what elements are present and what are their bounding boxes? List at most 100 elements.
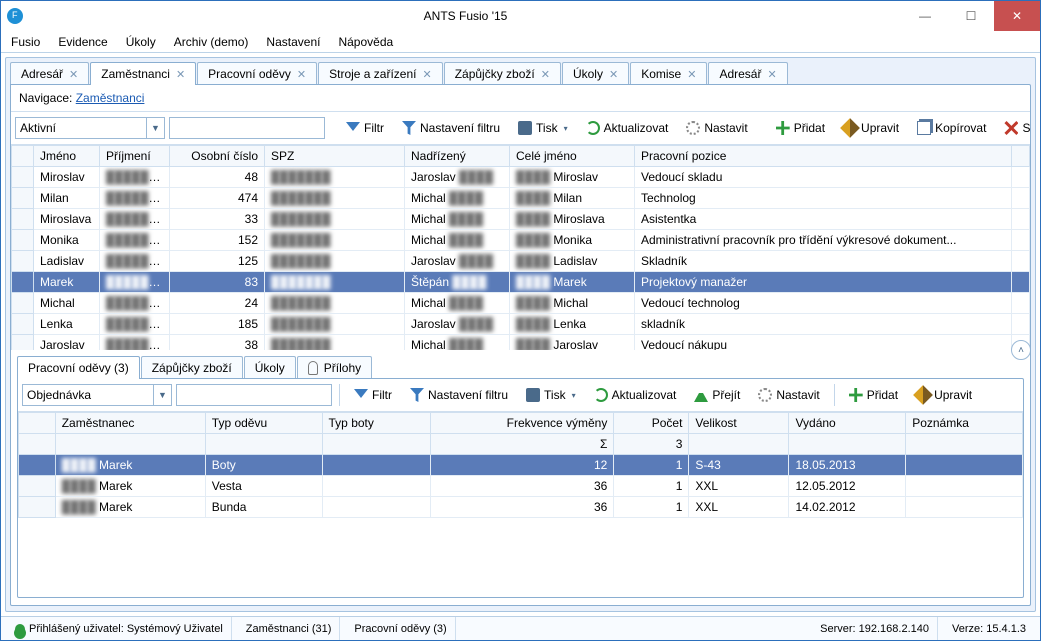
copy-button[interactable]: Kopírovat bbox=[910, 117, 993, 139]
clothes-grid[interactable]: ZaměstnanecTyp oděvuTyp botyFrekvence vý… bbox=[18, 412, 1023, 597]
tab-pracovní-oděvy[interactable]: Pracovní oděvy✕ bbox=[197, 62, 317, 85]
maximize-button[interactable]: ☐ bbox=[948, 1, 994, 31]
subtab-přílohy[interactable]: Přílohy bbox=[297, 356, 372, 379]
filter-settings-button[interactable]: Nastavení filtru bbox=[403, 384, 515, 406]
tab-stroje-a-zařízení[interactable]: Stroje a zařízení✕ bbox=[318, 62, 443, 85]
col-header[interactable]: Celé jméno bbox=[510, 146, 635, 167]
subtab-zápůjčky-zboží[interactable]: Zápůjčky zboží bbox=[141, 356, 243, 379]
close-icon[interactable]: ✕ bbox=[297, 68, 306, 81]
employees-toolbar: ▼ Filtr Nastavení filtru Tisk▾ Aktualizo… bbox=[11, 112, 1030, 145]
chevron-down-icon[interactable]: ▼ bbox=[146, 118, 164, 138]
col-header[interactable]: Jméno bbox=[34, 146, 100, 167]
order-combo-input[interactable] bbox=[23, 385, 153, 405]
col-header[interactable]: Vydáno bbox=[789, 413, 906, 434]
status-clothes: Pracovní oděvy (3) bbox=[346, 617, 455, 640]
tab-adresář[interactable]: Adresář✕ bbox=[708, 62, 787, 85]
filter-button[interactable]: Filtr bbox=[347, 383, 399, 407]
col-header[interactable]: Počet bbox=[614, 413, 689, 434]
close-icon[interactable]: ✕ bbox=[609, 68, 618, 81]
menu-úkoly[interactable]: Úkoly bbox=[122, 33, 160, 51]
edit-button[interactable]: Upravit bbox=[909, 384, 979, 406]
table-row[interactable]: Michal███████24███████Michal ████████ Mi… bbox=[12, 293, 1030, 314]
print-button[interactable]: Tisk▾ bbox=[519, 384, 583, 406]
col-header[interactable]: Příjmení bbox=[100, 146, 170, 167]
filter-settings-button[interactable]: Nastavení filtru bbox=[395, 117, 507, 139]
minimize-button[interactable]: — bbox=[902, 1, 948, 31]
tab-zaměstnanci[interactable]: Zaměstnanci✕ bbox=[90, 62, 196, 85]
go-button[interactable]: Přejít bbox=[687, 384, 747, 406]
delete-button[interactable]: Smazat bbox=[997, 117, 1031, 139]
menu-fusio[interactable]: Fusio bbox=[7, 33, 44, 51]
chevron-down-icon[interactable]: ▼ bbox=[153, 385, 171, 405]
print-icon bbox=[518, 121, 532, 135]
table-row[interactable]: Ladislav███████125███████Jaroslav ██████… bbox=[12, 251, 1030, 272]
add-button[interactable]: Přidat bbox=[842, 384, 905, 406]
col-header[interactable]: Poznámka bbox=[906, 413, 1023, 434]
table-row[interactable]: ████ MarekBoty121S-4318.05.2013 bbox=[19, 455, 1023, 476]
col-header[interactable]: Nadřízený bbox=[405, 146, 510, 167]
nav-link[interactable]: Zaměstnanci bbox=[76, 91, 145, 105]
delete-icon bbox=[1004, 121, 1018, 135]
table-row[interactable]: Monika███████152███████Michal ████████ M… bbox=[12, 230, 1030, 251]
col-header[interactable]: Typ boty bbox=[322, 413, 430, 434]
col-header[interactable]: SPZ bbox=[265, 146, 405, 167]
table-row[interactable]: Milan███████474███████Michal ████████ Mi… bbox=[12, 188, 1030, 209]
col-header[interactable]: Velikost bbox=[689, 413, 789, 434]
menu-bar: Fusio Evidence Úkoly Archiv (demo) Nastavení… bbox=[1, 31, 1040, 53]
close-icon[interactable]: ✕ bbox=[541, 68, 550, 81]
table-row[interactable]: Lenka███████185███████Jaroslav ████████ … bbox=[12, 314, 1030, 335]
collapse-detail-button[interactable]: ˄ bbox=[1011, 340, 1031, 360]
col-header[interactable]: Zaměstnanec bbox=[55, 413, 205, 434]
menu-evidence[interactable]: Evidence bbox=[54, 33, 111, 51]
employees-grid[interactable]: JménoPříjmeníOsobní čísloSPZNadřízenýCel… bbox=[11, 145, 1030, 350]
table-row[interactable]: Miroslav███████48███████Jaroslav ███████… bbox=[12, 167, 1030, 188]
subtab-úkoly[interactable]: Úkoly bbox=[244, 356, 296, 379]
close-icon[interactable]: ✕ bbox=[422, 68, 431, 81]
setup-button[interactable]: Nastavit bbox=[751, 384, 826, 406]
menu-nápověda[interactable]: Nápověda bbox=[334, 33, 397, 51]
status-combo[interactable]: ▼ bbox=[15, 117, 165, 139]
close-button[interactable]: ✕ bbox=[994, 1, 1040, 31]
close-icon[interactable]: ✕ bbox=[687, 68, 696, 81]
close-icon[interactable]: ✕ bbox=[176, 68, 185, 81]
close-icon[interactable]: ✕ bbox=[69, 68, 78, 81]
main-tabstrip: Adresář✕Zaměstnanci✕Pracovní oděvy✕Stroj… bbox=[6, 58, 1035, 85]
col-header[interactable] bbox=[1012, 146, 1030, 167]
col-header[interactable]: Osobní číslo bbox=[170, 146, 265, 167]
title-bar: ANTS Fusio '15 — ☐ ✕ bbox=[1, 1, 1040, 31]
col-header[interactable] bbox=[12, 146, 34, 167]
subtab-pracovní-oděvy-[interactable]: Pracovní oděvy (3) bbox=[17, 356, 140, 379]
table-row[interactable]: Miroslava███████33███████Michal ████████… bbox=[12, 209, 1030, 230]
table-row[interactable]: ████ MarekBunda361XXL14.02.2012 bbox=[19, 497, 1023, 518]
close-icon[interactable]: ✕ bbox=[767, 68, 776, 81]
status-server: Server: 192.168.2.140 bbox=[812, 617, 938, 640]
refresh-button[interactable]: Aktualizovat bbox=[579, 117, 676, 139]
search-input[interactable] bbox=[177, 385, 331, 405]
menu-nastavení[interactable]: Nastavení bbox=[262, 33, 324, 51]
setup-button[interactable]: Nastavit bbox=[679, 117, 754, 139]
table-row[interactable]: ████ MarekVesta361XXL12.05.2012 bbox=[19, 476, 1023, 497]
col-header[interactable]: Pracovní pozice bbox=[635, 146, 1012, 167]
status-combo-input[interactable] bbox=[16, 118, 146, 138]
tab-adresář[interactable]: Adresář✕ bbox=[10, 62, 89, 85]
tab-úkoly[interactable]: Úkoly✕ bbox=[562, 62, 629, 85]
table-row[interactable]: Marek███████83███████Štěpán ████████ Mar… bbox=[12, 272, 1030, 293]
tab-komise[interactable]: Komise✕ bbox=[630, 62, 707, 85]
filter-button[interactable]: Filtr bbox=[339, 116, 391, 140]
search-input-wrapper[interactable] bbox=[176, 384, 332, 406]
edit-button[interactable]: Upravit bbox=[836, 117, 906, 139]
tab-zápůjčky-zboží[interactable]: Zápůjčky zboží✕ bbox=[444, 62, 561, 85]
search-input-wrapper[interactable] bbox=[169, 117, 325, 139]
search-input[interactable] bbox=[170, 118, 324, 138]
gear-icon bbox=[686, 121, 700, 135]
col-header[interactable]: Typ oděvu bbox=[205, 413, 322, 434]
col-header[interactable] bbox=[19, 413, 56, 434]
filter-icon bbox=[354, 389, 368, 403]
col-header[interactable]: Frekvence výměny bbox=[430, 413, 613, 434]
menu-archiv (demo)[interactable]: Archiv (demo) bbox=[170, 33, 253, 51]
print-button[interactable]: Tisk▾ bbox=[511, 117, 575, 139]
table-row[interactable]: Jaroslav███████38███████Michal ████████ … bbox=[12, 335, 1030, 351]
order-combo[interactable]: ▼ bbox=[22, 384, 172, 406]
refresh-button[interactable]: Aktualizovat bbox=[587, 384, 684, 406]
add-button[interactable]: Přidat bbox=[769, 117, 832, 139]
